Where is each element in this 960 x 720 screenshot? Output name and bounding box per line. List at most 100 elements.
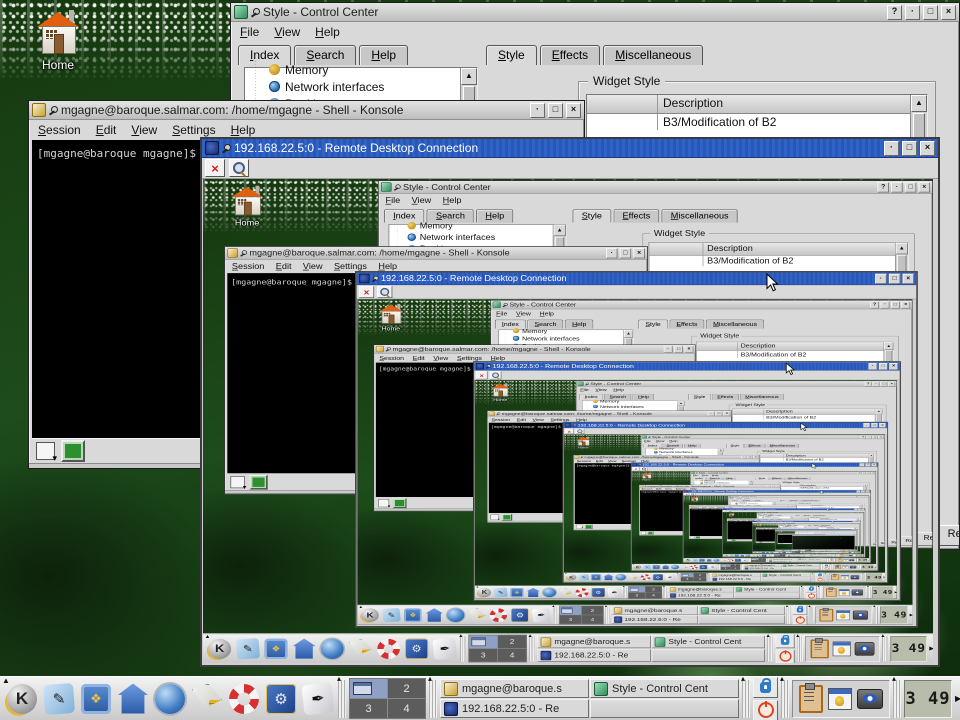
organizer-alarm-icon[interactable] <box>833 641 851 656</box>
rdp-maximize-button[interactable]: □ <box>902 141 917 156</box>
panel-right-arrow[interactable]: ▶ <box>859 552 860 554</box>
panel-handle[interactable] <box>882 636 888 662</box>
menu-session[interactable]: Session <box>232 262 264 271</box>
launcher-home[interactable] <box>706 559 713 562</box>
scroll-up-icon[interactable]: ▲ <box>875 409 882 414</box>
scroll-up-icon[interactable]: ▲ <box>461 68 477 85</box>
cc-minimize-button[interactable]: · <box>873 382 880 387</box>
launcher-desktop[interactable]: ❖ <box>652 565 661 570</box>
panel-handle[interactable] <box>834 558 836 562</box>
cc-close-button[interactable]: × <box>889 382 896 387</box>
pager-desktop-4[interactable]: 4 <box>731 567 740 570</box>
rdp-maximize-button[interactable]: □ <box>889 273 900 283</box>
pager-desktop-4[interactable]: 4 <box>694 577 706 581</box>
rdp-content[interactable]: Home Style - Control Center ? · □ × File… <box>683 496 869 562</box>
cc-menu-file[interactable]: File <box>580 388 589 392</box>
pager-desktop-2[interactable]: 2 <box>645 586 661 592</box>
launcher-home[interactable] <box>526 587 541 597</box>
cc-minimize-button[interactable]: · <box>862 472 866 474</box>
konsole-titlebar[interactable]: mgagne@baroque.salmar.com: /home/mgagne … <box>29 101 584 120</box>
launcher-control-center[interactable]: ⚙ <box>510 607 530 622</box>
panel-right-arrow[interactable]: ▶ <box>929 636 933 662</box>
launcher-control-center[interactable]: ⚙ <box>735 559 742 562</box>
view-zoom-button[interactable] <box>377 286 392 298</box>
cc-maximize-button[interactable]: □ <box>881 382 888 387</box>
panel-handle[interactable] <box>854 554 855 556</box>
cc-menu-view[interactable]: View <box>274 25 300 39</box>
sticky-pin-icon[interactable] <box>580 456 583 458</box>
panel-handle[interactable] <box>827 558 829 562</box>
panel-handle[interactable] <box>797 636 803 662</box>
rdp-content[interactable] <box>793 536 855 550</box>
panel-handle[interactable] <box>529 636 535 662</box>
konsole-close-button[interactable]: × <box>685 346 694 353</box>
launcher-notes[interactable]: ✎ <box>643 565 652 570</box>
rdp-content[interactable]: Home Style - Control Center ? · □ × File… <box>753 523 860 553</box>
new-session-icon[interactable] <box>378 499 389 507</box>
panel-handle[interactable] <box>786 554 787 556</box>
task-remote-desktop[interactable]: 192.168.22.5:0 - Re <box>769 560 798 562</box>
launcher-kmenu[interactable]: K <box>207 637 233 660</box>
panel-clock[interactable]: 3 49 <box>890 636 927 662</box>
launcher-help[interactable] <box>727 559 734 562</box>
cc-titlebar[interactable]: Style - Control Center ? · □ × <box>379 181 933 194</box>
klipper-clipboard-icon[interactable] <box>838 559 843 562</box>
launcher-control-center[interactable]: ⚙ <box>591 587 606 597</box>
launcher-help[interactable] <box>575 587 590 597</box>
style-row-b3[interactable]: B3/Modification of B2 <box>760 458 874 461</box>
cc-maximize-button[interactable]: □ <box>873 436 878 439</box>
rdp-maximize-button[interactable]: □ <box>866 463 871 466</box>
konsole-maximize-button[interactable]: □ <box>789 505 792 506</box>
organizer-alarm-icon[interactable] <box>844 555 848 556</box>
panel-handle[interactable] <box>859 564 861 569</box>
rdp-close-button[interactable]: × <box>872 463 877 466</box>
style-row-b3[interactable]: B3/Modification of B2 <box>781 487 867 489</box>
lock-screen-button[interactable] <box>793 605 807 614</box>
cc-help-button[interactable]: ? <box>855 496 858 497</box>
cc-menu-view[interactable]: View <box>595 388 606 392</box>
rdp-maximize-button[interactable]: □ <box>879 363 888 370</box>
konsole-close-button[interactable]: × <box>633 248 644 258</box>
cc-help-button[interactable]: ? <box>870 301 879 308</box>
description-column-header[interactable]: Description <box>764 409 882 414</box>
panel-clock[interactable]: 3 49 <box>862 564 874 569</box>
cc-titlebar[interactable]: Style - Control Center ? · □ × <box>231 3 959 22</box>
rdp-maximize-button[interactable]: □ <box>861 490 865 492</box>
pager-desktop-1[interactable] <box>469 635 497 648</box>
tab-style[interactable]: Style <box>688 394 710 400</box>
sticky-pin-icon[interactable] <box>251 7 260 17</box>
tab-style[interactable]: Style <box>486 45 537 65</box>
rdp-minimize-button[interactable]: · <box>884 141 899 156</box>
launcher-help[interactable] <box>756 554 761 556</box>
cc-close-button[interactable]: × <box>919 182 930 192</box>
style-row-b3[interactable]: B3/Modification of B2 <box>587 114 927 130</box>
tab-style[interactable]: Style <box>755 477 768 480</box>
launcher-control-center[interactable]: ⚙ <box>652 574 663 581</box>
tab-style[interactable]: Style <box>638 320 667 329</box>
desktop-icon-home[interactable]: Home <box>484 383 516 402</box>
konsole-maximize-button[interactable]: □ <box>771 485 775 487</box>
tab-style[interactable]: Style <box>794 515 801 516</box>
cc-menu-view[interactable]: View <box>656 440 665 443</box>
menu-edit[interactable]: Edit <box>96 123 117 137</box>
rdp-minimize-button[interactable]: · <box>854 509 857 510</box>
desktop-sharing-eye-icon[interactable] <box>857 689 883 709</box>
launcher-home[interactable] <box>603 574 614 581</box>
sticky-pin-icon[interactable] <box>386 347 391 352</box>
task-remote-desktop[interactable]: 192.168.22.5:0 - Re <box>538 649 651 662</box>
logout-button[interactable] <box>833 556 837 557</box>
cc-close-button[interactable]: × <box>941 5 956 20</box>
launcher-help[interactable] <box>690 565 699 570</box>
launcher-mail[interactable] <box>628 574 639 581</box>
panel-handle[interactable] <box>856 558 858 562</box>
cc-close-button[interactable]: × <box>879 436 884 439</box>
pager-desktop-4[interactable]: 4 <box>759 560 766 562</box>
desktop-sharing-eye-icon[interactable] <box>852 589 863 595</box>
cc-maximize-button[interactable]: □ <box>867 472 871 474</box>
konsole-titlebar[interactable]: mgagne@baroque.salmar.com: /home/mgagne … <box>225 247 647 260</box>
tree-item-memory[interactable]: Memory <box>389 220 553 231</box>
session-tab-icon[interactable] <box>502 514 513 521</box>
desktop-icon-home[interactable]: Home <box>220 186 275 228</box>
rdp-content[interactable]: Home Style - Control Center ? · □ × File… <box>203 179 933 663</box>
logout-button[interactable] <box>776 649 795 663</box>
